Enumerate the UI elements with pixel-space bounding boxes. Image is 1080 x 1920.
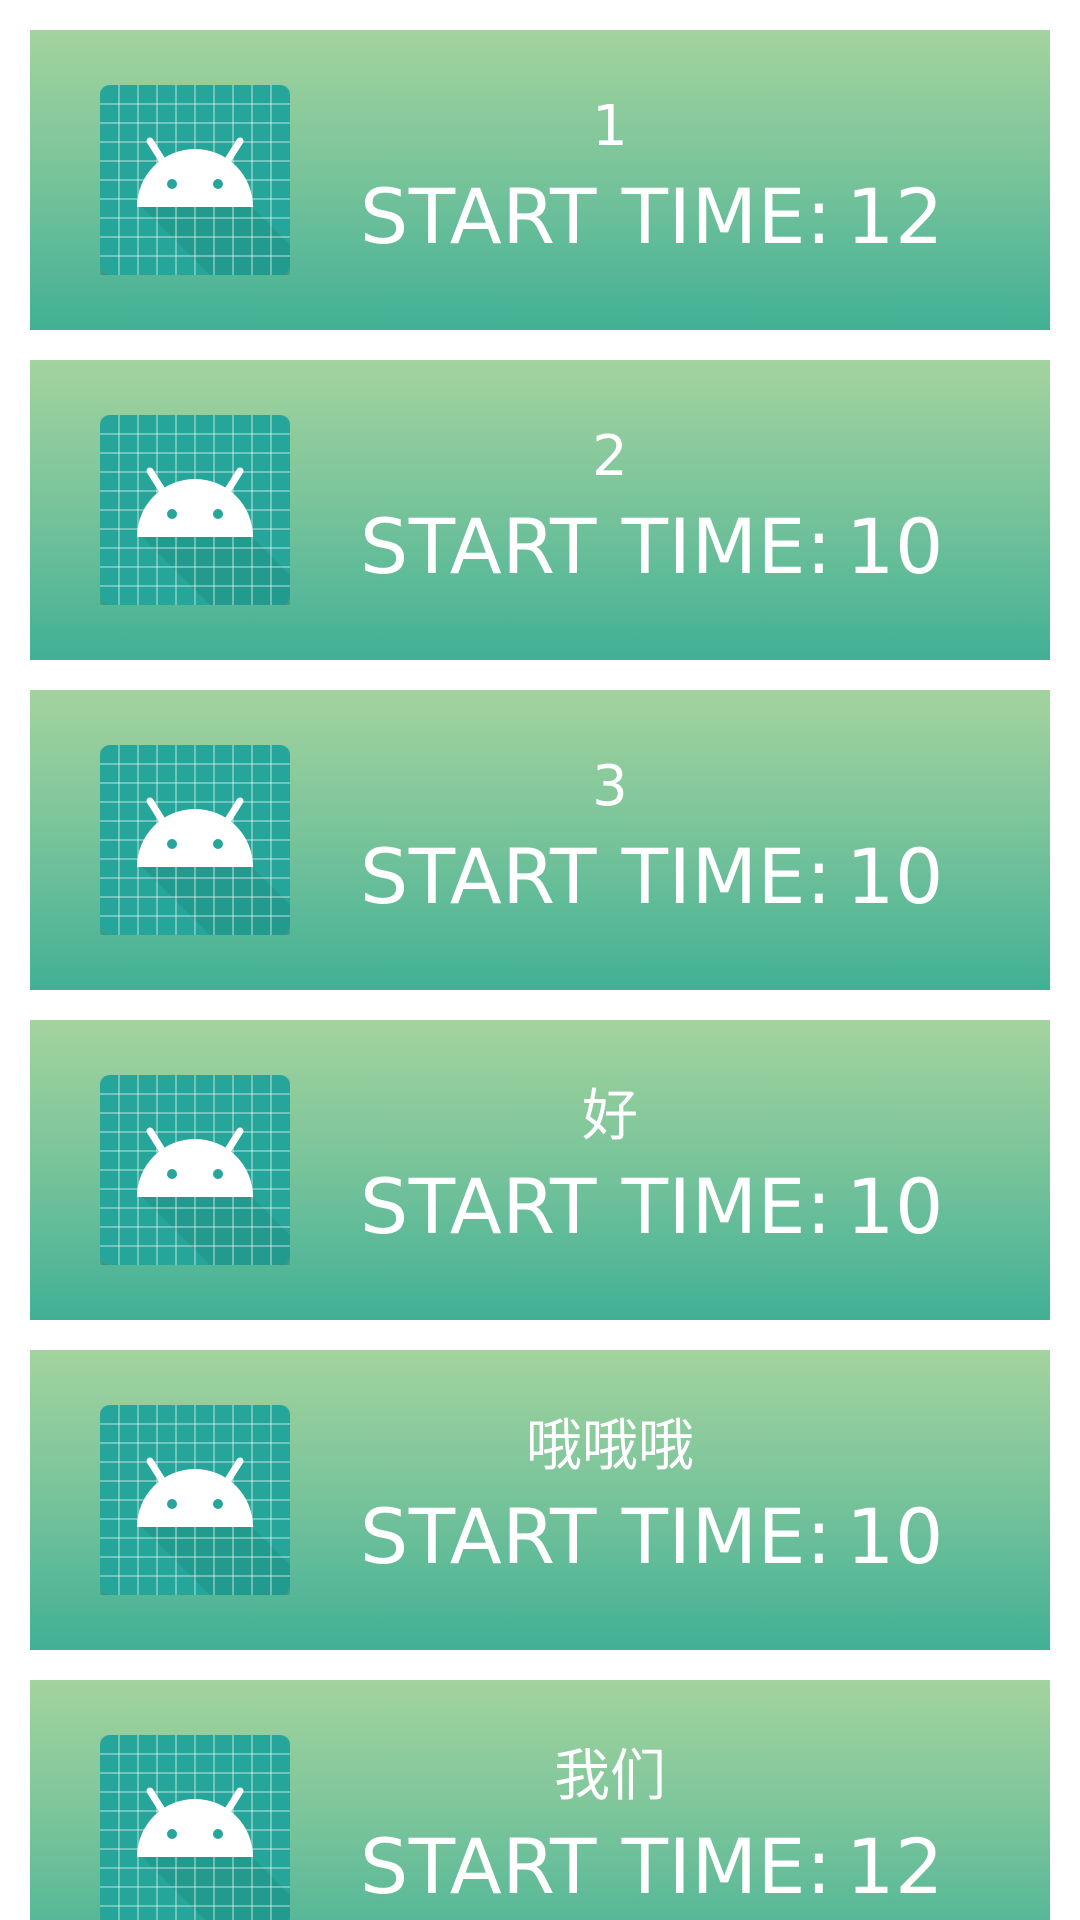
list-item[interactable]: 2 START TIME: 10 (30, 360, 1050, 660)
list-item[interactable]: 3 START TIME: 10 (30, 690, 1050, 990)
start-time: START TIME: 10 (360, 500, 960, 594)
start-time: START TIME: 12 (360, 1820, 960, 1914)
item-title: 哦哦哦 (526, 1414, 694, 1479)
start-time-label: START TIME: (360, 832, 833, 921)
android-icon (100, 745, 290, 935)
start-time-label: START TIME: (360, 1492, 833, 1581)
list-item[interactable]: 好 START TIME: 10 (30, 1020, 1050, 1320)
start-time: START TIME: 12 (360, 170, 960, 264)
start-time: START TIME: 10 (360, 1490, 960, 1584)
item-title: 3 (592, 754, 628, 819)
list-item[interactable]: 哦哦哦 START TIME: 10 (30, 1350, 1050, 1650)
start-time-value: 10 (846, 502, 944, 591)
android-icon (100, 1405, 290, 1595)
list-item[interactable]: 我们 START TIME: 12 (30, 1680, 1050, 1920)
start-time-value: 12 (846, 1822, 944, 1911)
item-title: 1 (592, 94, 628, 159)
start-time-label: START TIME: (360, 1822, 833, 1911)
list-item[interactable]: 1 START TIME: 12 (30, 30, 1050, 330)
android-icon (100, 1735, 290, 1920)
start-time: START TIME: 10 (360, 1160, 960, 1254)
android-icon (100, 415, 290, 605)
item-title: 我们 (554, 1744, 666, 1809)
start-time-value: 10 (846, 1492, 944, 1581)
start-time-label: START TIME: (360, 1162, 833, 1251)
start-time: START TIME: 10 (360, 830, 960, 924)
start-time-value: 10 (846, 1162, 944, 1251)
item-list: 1 START TIME: 12 2 START TIME: 10 3 STAR… (0, 0, 1080, 1920)
item-title: 2 (592, 424, 628, 489)
android-icon (100, 1075, 290, 1265)
start-time-label: START TIME: (360, 502, 833, 591)
item-title: 好 (582, 1084, 638, 1149)
start-time-value: 12 (846, 172, 944, 261)
android-icon (100, 85, 290, 275)
start-time-label: START TIME: (360, 172, 833, 261)
start-time-value: 10 (846, 832, 944, 921)
